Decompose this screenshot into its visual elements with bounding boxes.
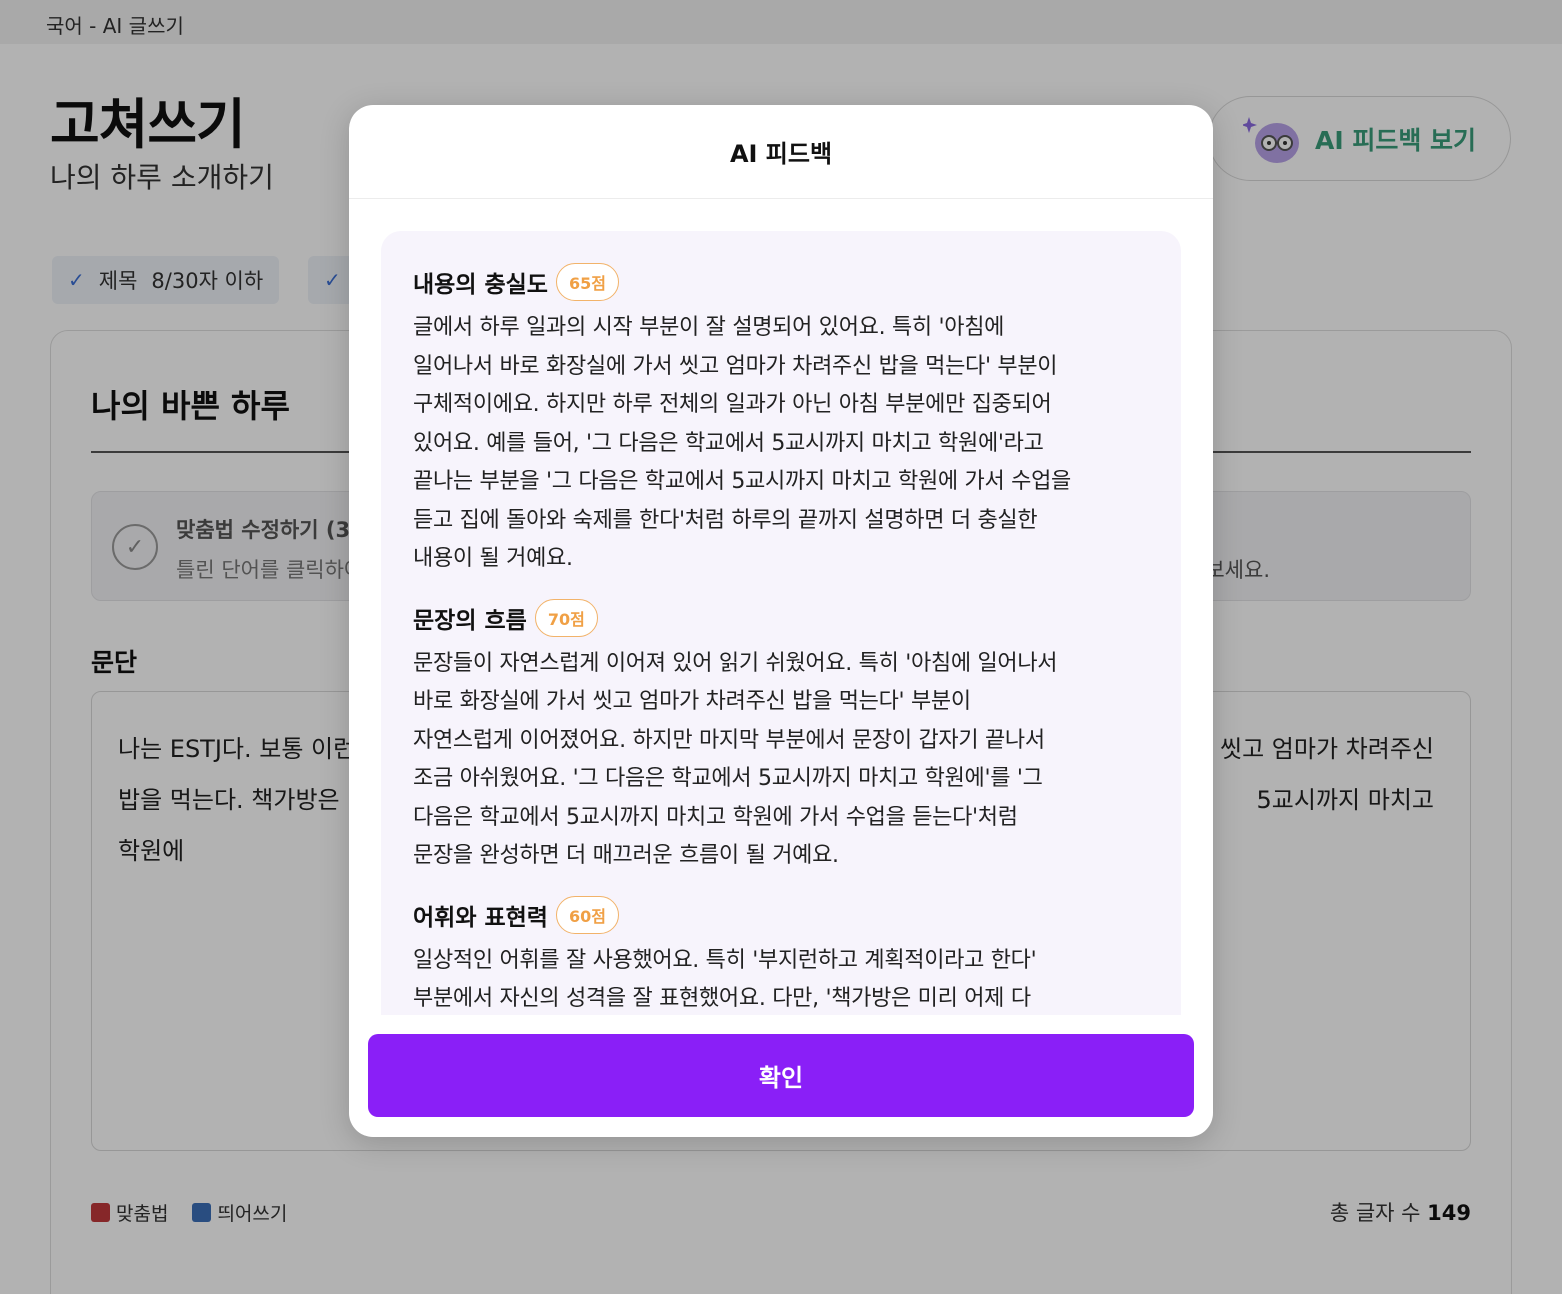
text-line: 일상적인 어휘를 잘 사용했어요. 특히 '부지런하고 계획적이라고 한다' [413, 947, 1037, 973]
score-badge: 60점 [555, 895, 619, 934]
text-line: 바로 화장실에 가서 씻고 엄마가 차려주신 밥을 먹는다' 부분이 [413, 689, 971, 714]
text-line: 문장을 완성하면 더 매끄러운 흐름이 될 거예요. [413, 843, 839, 868]
text-line: 내용이 될 거예요. [413, 546, 573, 571]
text-line: 글에서 하루 일과의 시작 부분이 잘 설명되어 있어요. 특히 '아침에 [413, 315, 1005, 340]
score-badge: 70점 [534, 598, 598, 637]
text-line: 조금 아쉬웠어요. '그 다음은 학교에서 5교시까지 마치고 학원에'를 '그 [413, 766, 1043, 791]
score-badge: 65점 [555, 263, 619, 301]
feedback-scroll-area[interactable]: 내용의 충실도 65점 글에서 하루 일과의 시작 부분이 잘 설명되어 있어요… [381, 231, 1181, 1015]
text-line: 끝나는 부분을 '그 다음은 학교에서 5교시까지 마치고 학원에 가서 수업을 [413, 469, 1071, 494]
feedback-section-flow: 문장의 흐름 70점 문장들이 자연스럽게 이어져 있어 읽기 쉬웠어요. 특히… [413, 598, 1149, 876]
section-title: 내용의 충실도 [413, 272, 548, 298]
text-line: 듣고 집에 돌아와 숙제를 한다'처럼 하루의 끝까지 설명하면 더 충실한 [413, 507, 1038, 533]
text-line: 문장들이 자연스럽게 이어져 있어 읽기 쉬웠어요. 특히 '아침에 일어나서 [413, 650, 1058, 676]
section-title: 문장의 흐름 [413, 607, 527, 634]
feedback-section-content: 내용의 충실도 65점 글에서 하루 일과의 시작 부분이 잘 설명되어 있어요… [413, 263, 1149, 579]
section-text: 문장들이 자연스럽게 이어져 있어 읽기 쉬웠어요. 특히 '아침에 일어나서 … [413, 645, 1149, 876]
text-line: 구체적이에요. 하지만 하루 전체의 일과가 아닌 아침 부분에만 집중되어 [413, 392, 1052, 417]
text-line: 다음은 학교에서 5교시까지 마치고 학원에 가서 수업을 듣는다'처럼 [413, 804, 1018, 830]
section-title: 어휘와 표현력 [413, 904, 548, 931]
modal-header: AI 피드백 [349, 105, 1213, 199]
text-line: 부분에서 자신의 성격을 잘 표현했어요. 다만, '책가방은 미리 어제 다 [413, 986, 1031, 1011]
text-line: 자연스럽게 이어졌어요. 하지만 마지막 부분에서 문장이 갑자기 끝나서 [413, 727, 1045, 753]
section-text: 일상적인 어휘를 잘 사용했어요. 특히 '부지런하고 계획적이라고 한다' 부… [413, 942, 1149, 1016]
confirm-button[interactable]: 확인 [368, 1034, 1194, 1117]
section-text: 글에서 하루 일과의 시작 부분이 잘 설명되어 있어요. 특히 '아침에 일어… [413, 309, 1149, 579]
ai-feedback-modal: AI 피드백 내용의 충실도 65점 글에서 하루 일과의 시작 부분이 잘 설… [349, 105, 1213, 1137]
text-line: 일어나서 바로 화장실에 가서 씻고 엄마가 차려주신 밥을 먹는다' 부분이 [413, 353, 1058, 379]
feedback-section-vocabulary: 어휘와 표현력 60점 일상적인 어휘를 잘 사용했어요. 특히 '부지런하고 … [413, 895, 1149, 1016]
text-line: 있어요. 예를 들어, '그 다음은 학교에서 5교시까지 마치고 학원에'라고 [413, 430, 1044, 456]
modal-title: AI 피드백 [729, 140, 833, 168]
